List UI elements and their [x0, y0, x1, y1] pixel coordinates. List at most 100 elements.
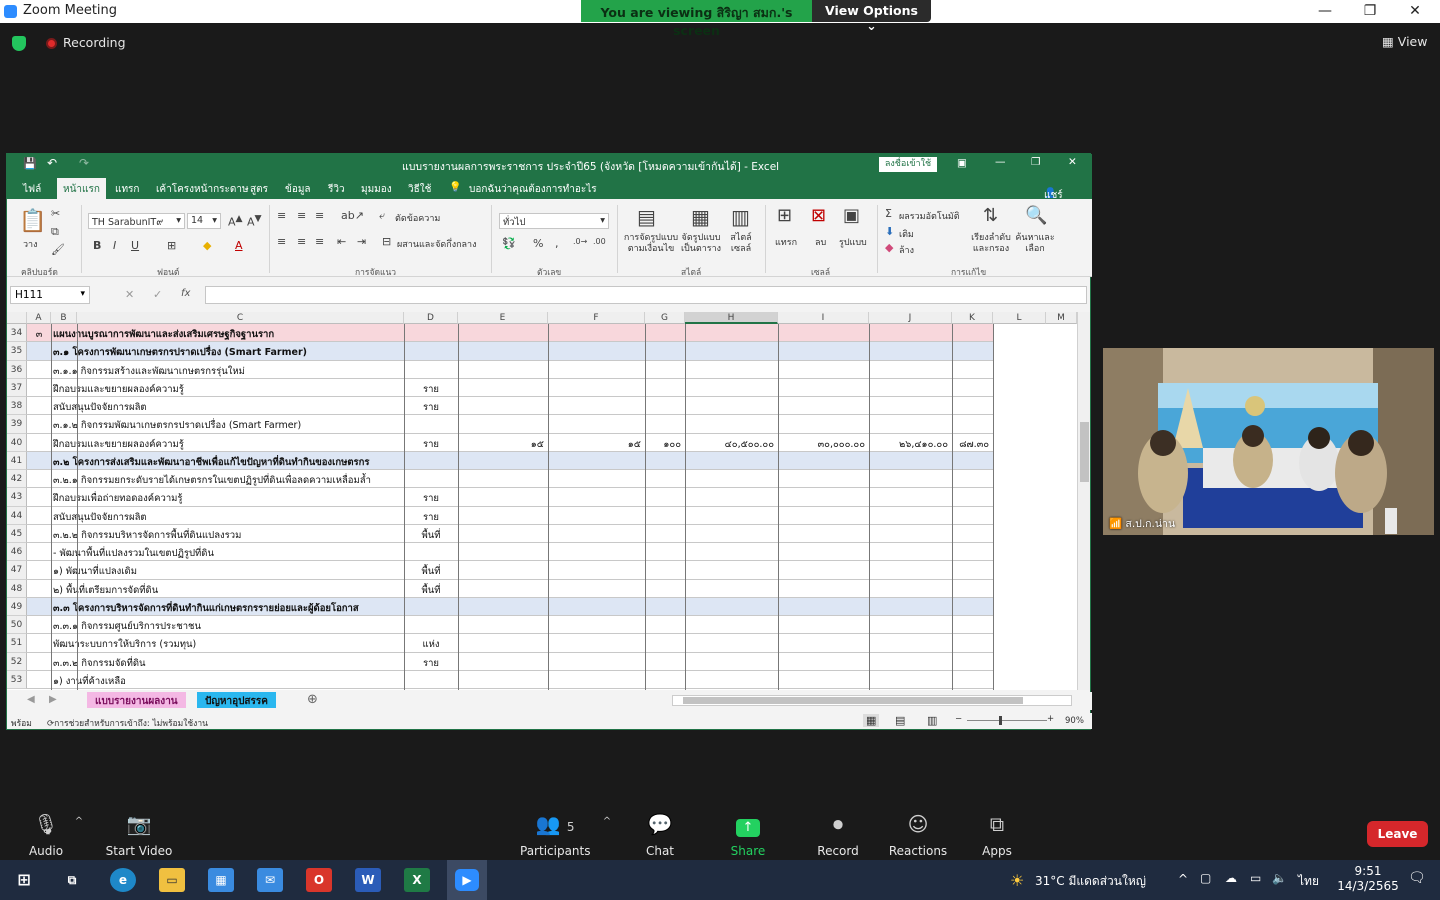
- cell-e[interactable]: [458, 397, 548, 414]
- cell-c[interactable]: ๓.๓ โครงการบริหารจัดการที่ดินทำกินแก่เกษ…: [53, 598, 426, 615]
- row-header[interactable]: 49: [7, 597, 27, 616]
- cell-h[interactable]: [685, 580, 778, 597]
- cell-e[interactable]: [458, 671, 548, 688]
- delete-cells-button[interactable]: ลบ: [815, 235, 826, 249]
- font-name-select[interactable]: TH SarabunIT๙ ▾: [88, 213, 185, 229]
- cell-h[interactable]: ๔๐,๕๐๐.๐๐: [685, 434, 778, 451]
- comma-style-icon[interactable]: ,: [555, 237, 559, 250]
- cell-a[interactable]: [27, 488, 51, 505]
- cell-e[interactable]: [458, 361, 548, 378]
- row-header[interactable]: 41: [7, 451, 27, 470]
- cell-g[interactable]: [645, 470, 685, 487]
- tab-data[interactable]: ข้อมูล: [285, 182, 311, 197]
- cell-a[interactable]: [27, 342, 51, 359]
- cell-g[interactable]: [645, 634, 685, 651]
- cell-e[interactable]: [458, 452, 548, 469]
- cell-k[interactable]: [952, 507, 993, 524]
- cell-c[interactable]: ๑) งานที่ค้างเหลือ: [53, 671, 426, 688]
- sheet-tab-problems[interactable]: ปัญหาอุปสรรค: [197, 692, 276, 708]
- cell-i[interactable]: ๓๐,๐๐๐.๐๐: [778, 434, 869, 451]
- fx-icon[interactable]: fx: [181, 288, 190, 299]
- cell-k[interactable]: [952, 452, 993, 469]
- cell-e[interactable]: [458, 379, 548, 396]
- align-right-icon[interactable]: ≡: [315, 235, 324, 248]
- cell-styles-icon[interactable]: ▥: [731, 205, 750, 229]
- format-as-table-icon[interactable]: ▦: [691, 205, 710, 229]
- zoom-in-icon[interactable]: +: [1047, 714, 1054, 724]
- tell-me-search[interactable]: บอกฉันว่าคุณต้องการทำอะไร: [469, 182, 597, 197]
- maximize-button[interactable]: ❐: [1347, 0, 1393, 23]
- cell-h[interactable]: [685, 598, 778, 615]
- cell-c[interactable]: ๓.๒.๑ กิจกรรมยกระดับรายได้เกษตรกรในเขตปฏ…: [53, 470, 426, 487]
- cell-k[interactable]: [952, 598, 993, 615]
- cell-k[interactable]: [952, 616, 993, 633]
- row-header[interactable]: 47: [7, 561, 27, 580]
- cell-i[interactable]: [778, 580, 869, 597]
- clock[interactable]: 9:51 14/3/2565: [1336, 864, 1400, 894]
- cell-a[interactable]: [27, 525, 51, 542]
- cell-k[interactable]: ๘๗.๓๐: [952, 434, 993, 451]
- cell-e[interactable]: [458, 598, 548, 615]
- table-row[interactable]: สนับสนุนปัจจัยการผลิต ราย: [27, 397, 993, 416]
- start-video-button[interactable]: 📷 Start Video: [104, 812, 174, 858]
- cell-d[interactable]: ราย: [404, 507, 458, 524]
- italic-icon[interactable]: I: [113, 239, 116, 252]
- cell-i[interactable]: [778, 397, 869, 414]
- cell-g[interactable]: [645, 561, 685, 578]
- cell-a[interactable]: [27, 379, 51, 396]
- cell-j[interactable]: [869, 361, 952, 378]
- cell-j[interactable]: [869, 634, 952, 651]
- paste-label[interactable]: วาง: [23, 237, 38, 251]
- row-header[interactable]: 38: [7, 397, 27, 416]
- cell-k[interactable]: [952, 342, 993, 359]
- cell-e[interactable]: [458, 616, 548, 633]
- cell-g[interactable]: [645, 525, 685, 542]
- cell-i[interactable]: [778, 561, 869, 578]
- sort-filter-button[interactable]: เรียงลำดับและกรอง: [971, 233, 1011, 255]
- cell-k[interactable]: [952, 580, 993, 597]
- cell-h[interactable]: [685, 543, 778, 560]
- fill-button[interactable]: เติม: [899, 227, 914, 241]
- onedrive-icon[interactable]: ☁: [1225, 871, 1237, 885]
- column-header-g[interactable]: G: [645, 312, 685, 324]
- cell-g[interactable]: [645, 342, 685, 359]
- cell-k[interactable]: [952, 397, 993, 414]
- font-size-select[interactable]: 14 ▾: [187, 213, 221, 229]
- office-icon[interactable]: O: [306, 868, 332, 892]
- cell-h[interactable]: [685, 342, 778, 359]
- conditional-format-icon[interactable]: ▤: [637, 205, 656, 229]
- cell-d[interactable]: [404, 470, 458, 487]
- cell-c[interactable]: ๓.๓.๑ กิจกรรมศูนย์บริการประชาชน: [53, 616, 426, 633]
- zoom-level[interactable]: 90%: [1065, 716, 1084, 726]
- cell-e[interactable]: [458, 507, 548, 524]
- excel-close-button[interactable]: ✕: [1068, 156, 1077, 168]
- row-header[interactable]: 40: [7, 433, 27, 452]
- formula-input[interactable]: [205, 286, 1087, 304]
- table-row[interactable]: ๓.๑.๒ กิจกรรมพัฒนาเกษตรกรปราดเปรื่อง (Sm…: [27, 415, 993, 434]
- cell-d[interactable]: พื้นที่: [404, 561, 458, 578]
- select-all-corner[interactable]: [7, 312, 27, 324]
- cell-a[interactable]: [27, 598, 51, 615]
- cell-j[interactable]: [869, 452, 952, 469]
- cell-d[interactable]: [404, 616, 458, 633]
- cell-a[interactable]: [27, 415, 51, 432]
- cell-c[interactable]: พัฒนาระบบการให้บริการ (รวมทุน): [53, 634, 426, 651]
- cell-g[interactable]: [645, 598, 685, 615]
- format-as-table-button[interactable]: จัดรูปแบบเป็นตาราง: [677, 233, 725, 255]
- cell-c[interactable]: ๓.๒ โครงการส่งเสริมและพัฒนาอาชีพเพื่อแก้…: [53, 452, 426, 469]
- row-header[interactable]: 35: [7, 342, 27, 361]
- row-header[interactable]: 46: [7, 543, 27, 562]
- cell-f[interactable]: [548, 361, 645, 378]
- cell-d[interactable]: พื้นที่: [404, 580, 458, 597]
- cell-f[interactable]: [548, 598, 645, 615]
- cell-h[interactable]: [685, 324, 778, 341]
- format-cells-icon[interactable]: ▣: [843, 205, 860, 226]
- row-header[interactable]: 34: [7, 324, 27, 343]
- cell-j[interactable]: [869, 470, 952, 487]
- clear-button[interactable]: ล้าง: [899, 243, 914, 257]
- volume-icon[interactable]: 🔈: [1272, 871, 1287, 885]
- cell-d[interactable]: [404, 361, 458, 378]
- column-header-m[interactable]: M: [1046, 312, 1077, 324]
- cell-j[interactable]: [869, 671, 952, 688]
- cell-e[interactable]: ๑๕: [458, 434, 548, 451]
